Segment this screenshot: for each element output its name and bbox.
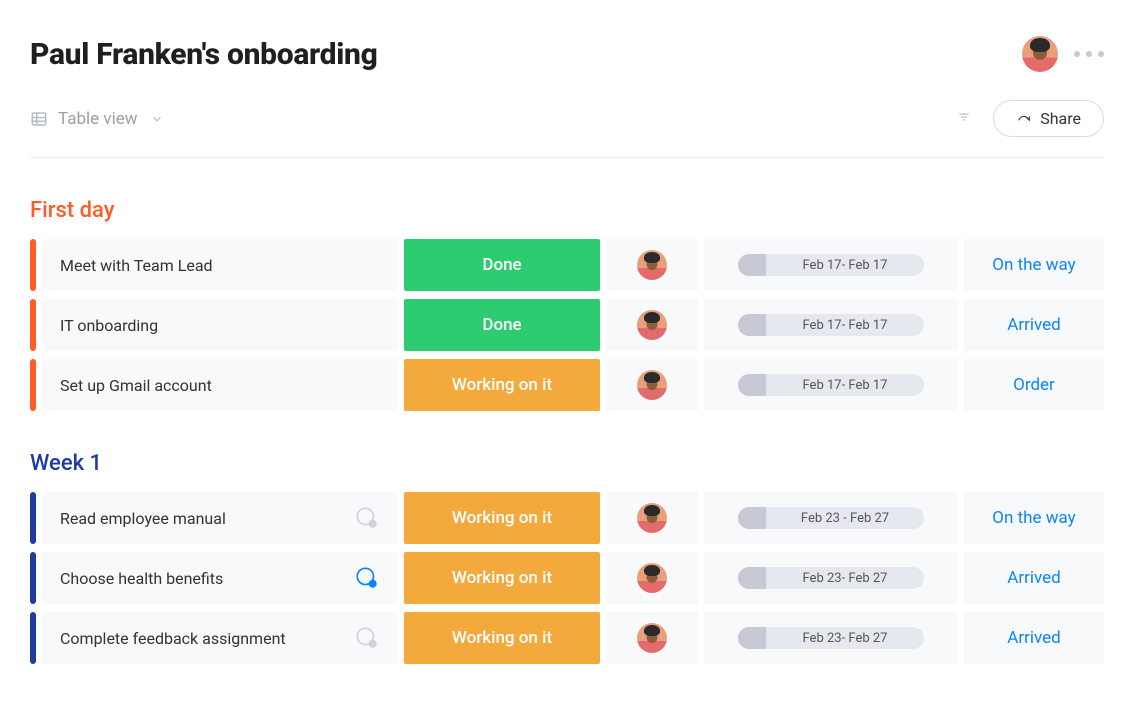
owner-cell[interactable] xyxy=(606,612,698,664)
status-link-cell[interactable]: On the way xyxy=(964,492,1104,544)
toolbar: Table view Share xyxy=(30,100,1104,158)
status-cell[interactable]: Done xyxy=(404,239,600,291)
table-row: Set up Gmail account Working on it Feb 17-… xyxy=(30,359,1104,411)
owner-avatar xyxy=(637,370,667,400)
task-label: Choose health benefits xyxy=(60,569,354,588)
view-label: Table view xyxy=(58,109,138,129)
timeline-label: Feb 23 - Feb 27 xyxy=(766,511,924,526)
timeline-label: Feb 23- Feb 27 xyxy=(766,571,924,586)
status-link-cell[interactable]: Arrived xyxy=(964,299,1104,351)
chat-icon[interactable] xyxy=(354,625,380,651)
chat-icon[interactable] xyxy=(354,505,380,531)
group-title[interactable]: Week 1 xyxy=(30,451,1104,476)
more-menu-button[interactable] xyxy=(1074,51,1104,57)
owner-cell[interactable] xyxy=(606,299,698,351)
table-row: Meet with Team Lead Done Feb 17- Feb 17 On … xyxy=(30,239,1104,291)
filter-icon xyxy=(957,110,971,124)
status-link-cell[interactable]: Arrived xyxy=(964,612,1104,664)
user-avatar[interactable] xyxy=(1022,36,1058,72)
status-link-cell[interactable]: On the way xyxy=(964,239,1104,291)
owner-avatar xyxy=(637,503,667,533)
share-button[interactable]: Share xyxy=(993,100,1104,137)
owner-cell[interactable] xyxy=(606,552,698,604)
page-header: Paul Franken's onboarding xyxy=(30,36,1104,72)
status-cell[interactable]: Working on it xyxy=(404,552,600,604)
task-label: IT onboarding xyxy=(60,316,380,335)
status-link-cell[interactable]: Arrived xyxy=(964,552,1104,604)
group-title[interactable]: First day xyxy=(30,198,1104,223)
timeline-cell[interactable]: Feb 23- Feb 27 xyxy=(704,612,958,664)
group-week-1: Week 1 Read employee manual Working on it F… xyxy=(30,451,1104,664)
task-cell[interactable]: IT onboarding xyxy=(42,299,398,351)
row-accent-stripe xyxy=(30,492,36,544)
share-icon xyxy=(1016,111,1032,127)
chat-icon[interactable] xyxy=(354,565,380,591)
timeline-pill: Feb 23 - Feb 27 xyxy=(738,507,924,529)
table-row: Read employee manual Working on it Feb 23 … xyxy=(30,492,1104,544)
row-accent-stripe xyxy=(30,552,36,604)
timeline-cell[interactable]: Feb 17- Feb 17 xyxy=(704,299,958,351)
timeline-pill: Feb 23- Feb 27 xyxy=(738,627,924,649)
timeline-pill: Feb 17- Feb 17 xyxy=(738,254,924,276)
timeline-cell[interactable]: Feb 17- Feb 17 xyxy=(704,359,958,411)
task-cell[interactable]: Choose health benefits xyxy=(42,552,398,604)
timeline-cell[interactable]: Feb 17- Feb 17 xyxy=(704,239,958,291)
chevron-down-icon xyxy=(150,112,164,126)
group-rows: Meet with Team Lead Done Feb 17- Feb 17 On … xyxy=(30,239,1104,411)
row-accent-stripe xyxy=(30,299,36,351)
owner-cell[interactable] xyxy=(606,239,698,291)
group-rows: Read employee manual Working on it Feb 23 … xyxy=(30,492,1104,664)
header-actions xyxy=(1022,36,1104,72)
owner-cell[interactable] xyxy=(606,492,698,544)
task-cell[interactable]: Read employee manual xyxy=(42,492,398,544)
owner-cell[interactable] xyxy=(606,359,698,411)
timeline-pill: Feb 17- Feb 17 xyxy=(738,374,924,396)
owner-avatar xyxy=(637,563,667,593)
toolbar-right: Share xyxy=(957,100,1104,137)
group-first-day: First day Meet with Team Lead Done Feb 17- … xyxy=(30,198,1104,411)
timeline-pill: Feb 23- Feb 27 xyxy=(738,567,924,589)
task-cell[interactable]: Complete feedback assignment xyxy=(42,612,398,664)
timeline-label: Feb 17- Feb 17 xyxy=(766,258,924,273)
status-cell[interactable]: Working on it xyxy=(404,492,600,544)
status-cell[interactable]: Done xyxy=(404,299,600,351)
timeline-label: Feb 17- Feb 17 xyxy=(766,378,924,393)
status-cell[interactable]: Working on it xyxy=(404,612,600,664)
table-row: Choose health benefits Working on it Feb 2… xyxy=(30,552,1104,604)
share-label: Share xyxy=(1040,109,1081,128)
timeline-label: Feb 17- Feb 17 xyxy=(766,318,924,333)
row-accent-stripe xyxy=(30,359,36,411)
task-cell[interactable]: Meet with Team Lead xyxy=(42,239,398,291)
status-cell[interactable]: Working on it xyxy=(404,359,600,411)
view-switcher[interactable]: Table view xyxy=(30,109,164,129)
row-accent-stripe xyxy=(30,239,36,291)
filter-button[interactable] xyxy=(957,109,971,128)
timeline-pill: Feb 17- Feb 17 xyxy=(738,314,924,336)
timeline-cell[interactable]: Feb 23 - Feb 27 xyxy=(704,492,958,544)
page-title: Paul Franken's onboarding xyxy=(30,37,378,72)
table-view-icon xyxy=(30,110,48,128)
task-label: Complete feedback assignment xyxy=(60,629,354,648)
table-row: IT onboarding Done Feb 17- Feb 17 Arrived xyxy=(30,299,1104,351)
owner-avatar xyxy=(637,250,667,280)
table-row: Complete feedback assignment Working on i… xyxy=(30,612,1104,664)
row-accent-stripe xyxy=(30,612,36,664)
task-label: Read employee manual xyxy=(60,509,354,528)
owner-avatar xyxy=(637,310,667,340)
timeline-cell[interactable]: Feb 23- Feb 27 xyxy=(704,552,958,604)
status-link-cell[interactable]: Order xyxy=(964,359,1104,411)
task-label: Meet with Team Lead xyxy=(60,256,380,275)
task-cell[interactable]: Set up Gmail account xyxy=(42,359,398,411)
timeline-label: Feb 23- Feb 27 xyxy=(766,631,924,646)
task-label: Set up Gmail account xyxy=(60,376,380,395)
owner-avatar xyxy=(637,623,667,653)
